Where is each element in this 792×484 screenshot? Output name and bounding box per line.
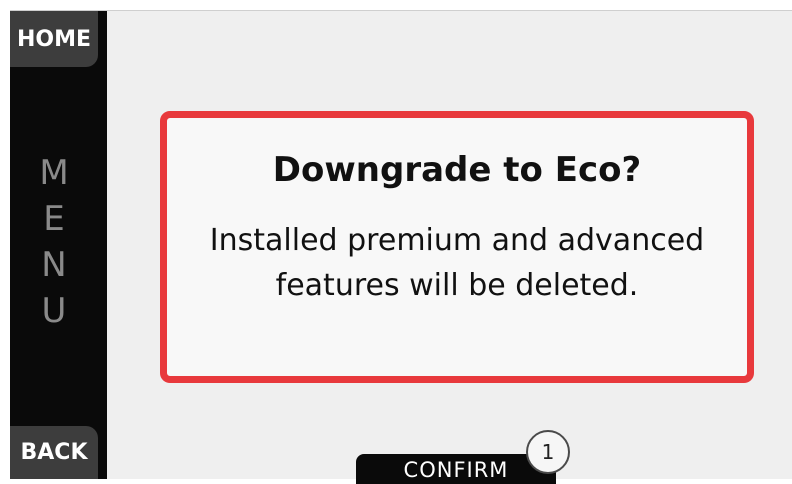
menu-button[interactable]: M E N U — [10, 150, 98, 334]
home-button[interactable]: HOME — [10, 11, 98, 67]
menu-letter: M — [39, 153, 69, 193]
dialog-title: Downgrade to Eco? — [272, 150, 642, 190]
dialog-message: Installed premium and advanced features … — [209, 223, 705, 303]
back-button[interactable]: BACK — [10, 426, 98, 479]
device-screen: HOME M E N U BACK Downgrade to Eco? Inst… — [0, 0, 792, 484]
step-callout-badge: 1 — [526, 430, 570, 474]
menu-letter: N — [41, 245, 67, 285]
menu-letter: E — [43, 199, 65, 239]
downgrade-dialog: Downgrade to Eco? Installed premium and … — [160, 111, 754, 383]
menu-letter: U — [41, 291, 67, 331]
